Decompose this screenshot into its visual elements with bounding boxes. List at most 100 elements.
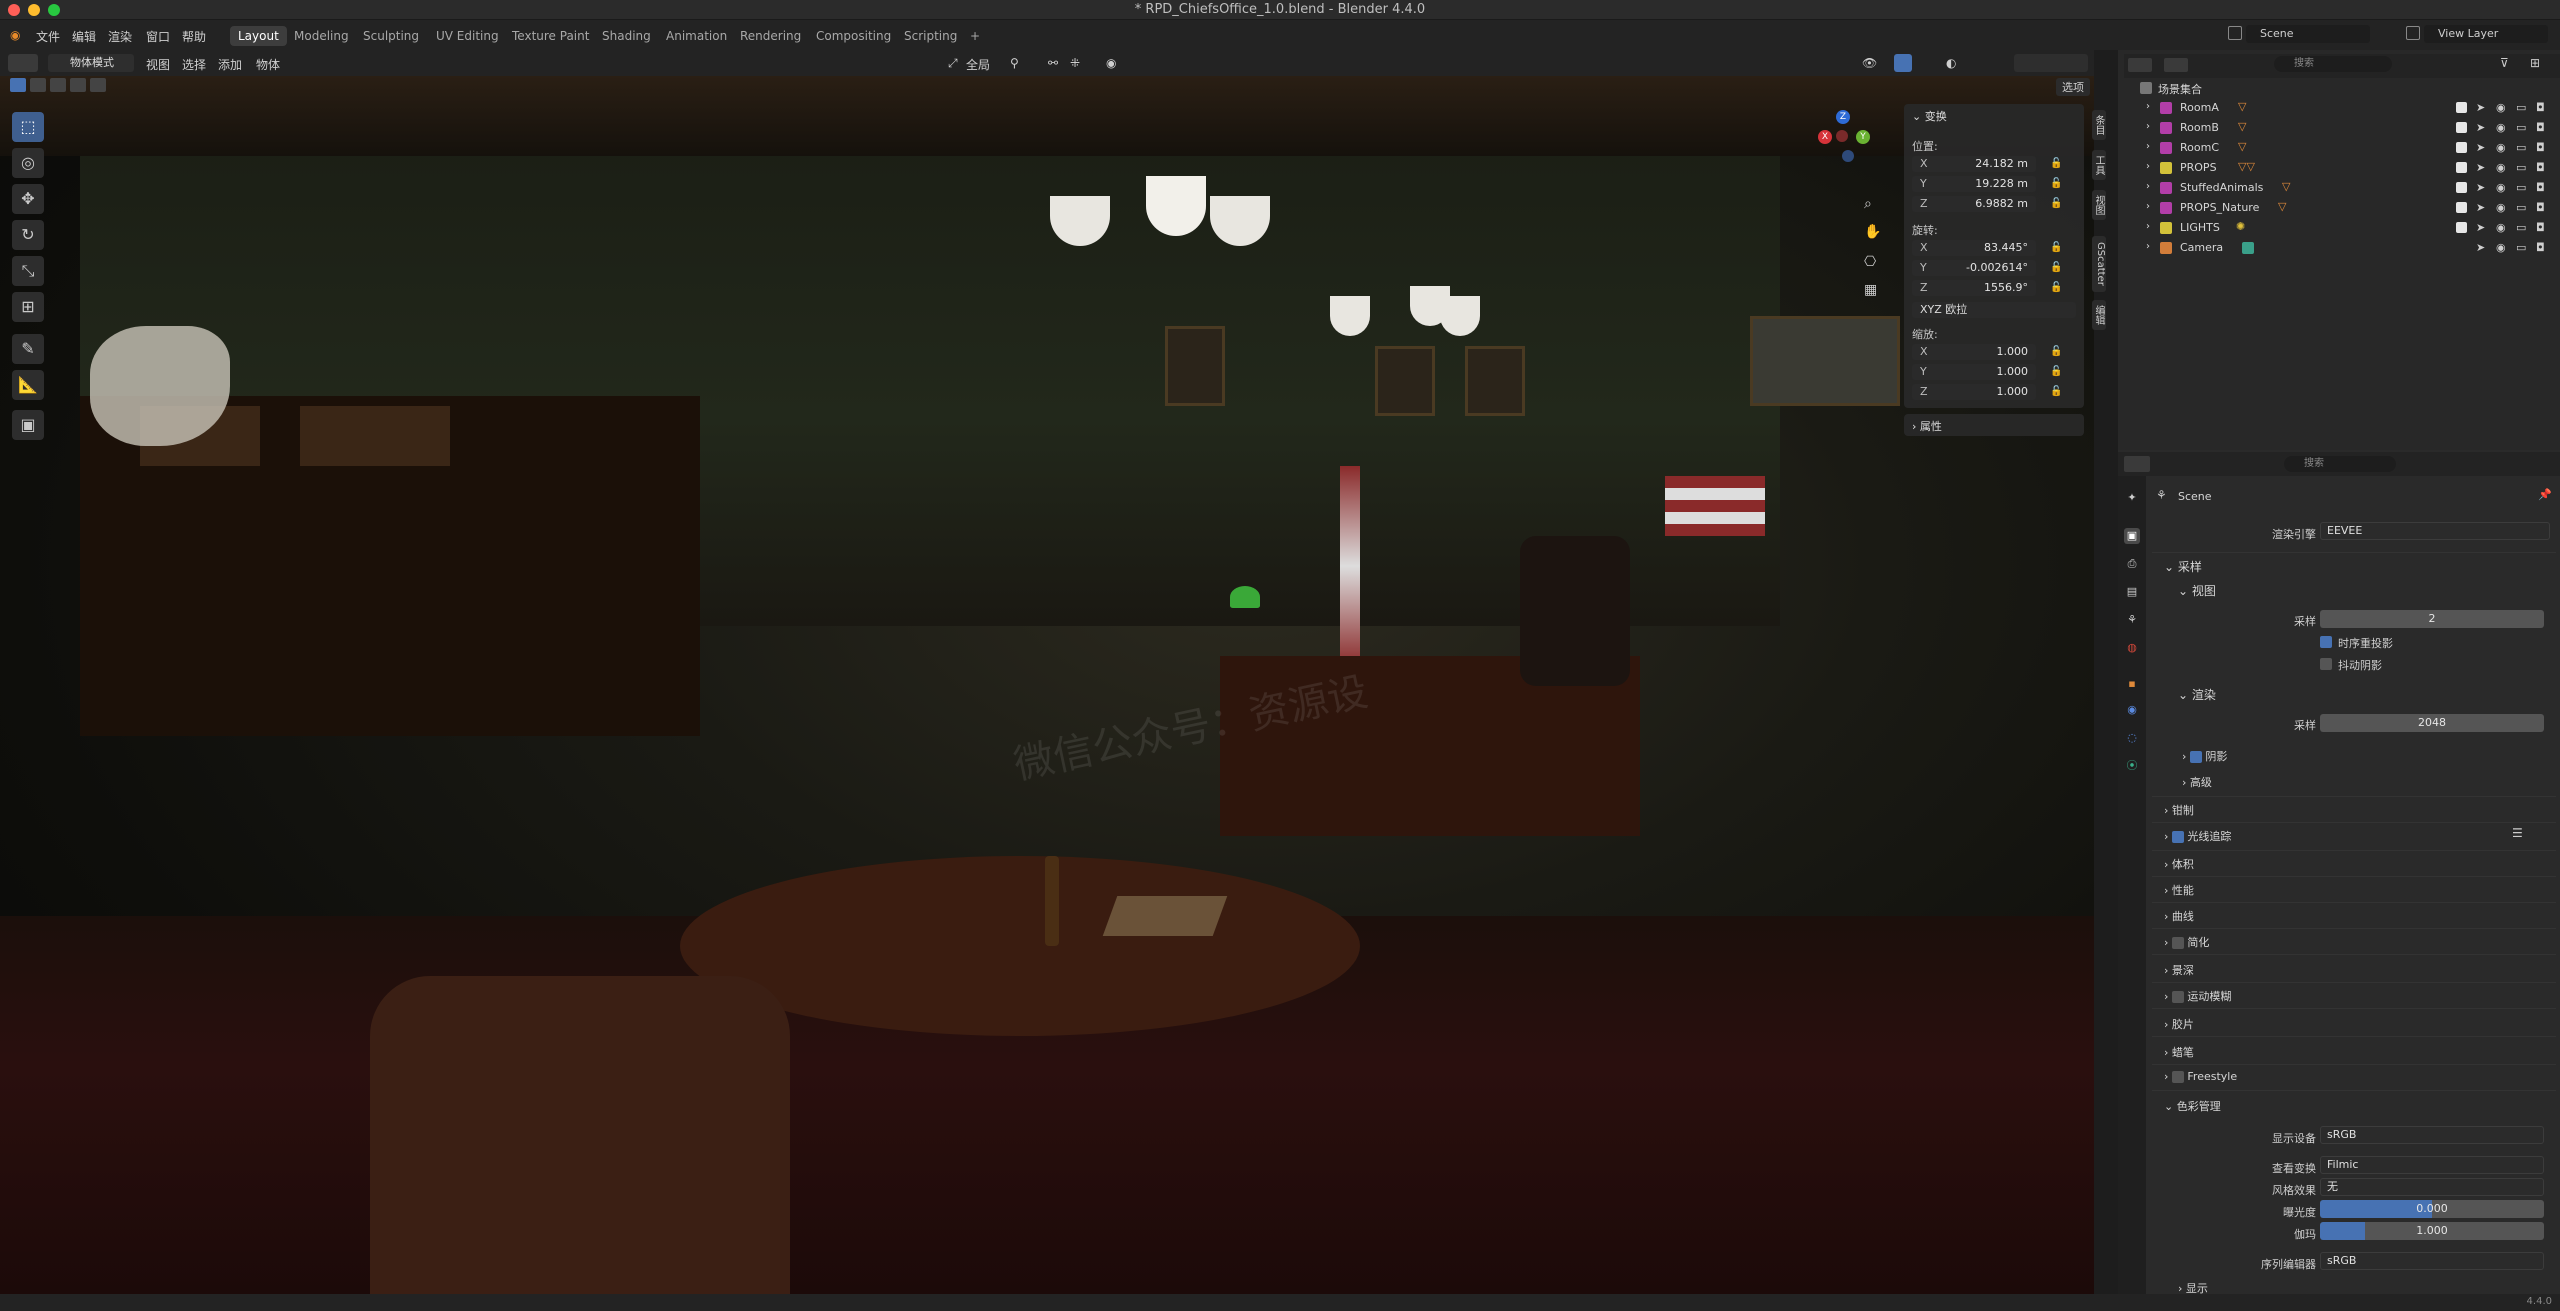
expand-arrow-icon[interactable]: › xyxy=(2146,241,2150,252)
subsection-viewport[interactable]: ⌄ 视图 xyxy=(2178,582,2216,599)
list-icon[interactable]: ☰ xyxy=(2512,826,2523,840)
location-y-field[interactable]: Y 19.228 m xyxy=(1912,176,2036,192)
sequencer-dropdown[interactable]: sRGB xyxy=(2320,1252,2544,1270)
section-curves[interactable]: › 曲线 xyxy=(2164,908,2194,924)
blender-logo-icon[interactable]: ◉ xyxy=(10,28,20,42)
visibility-eye-icon[interactable]: ◉ xyxy=(2496,161,2506,174)
shading-mode-group[interactable] xyxy=(2014,54,2088,72)
exclude-checkbox[interactable] xyxy=(2456,222,2467,233)
expand-arrow-icon[interactable]: › xyxy=(2146,121,2150,132)
section-clamping[interactable]: › 钳制 xyxy=(2164,802,2194,818)
expand-arrow-icon[interactable]: › xyxy=(2146,161,2150,172)
outliner-search-input[interactable]: 搜索 xyxy=(2274,56,2392,72)
gizmo-y-axis[interactable]: Y xyxy=(1856,130,1870,144)
lock-icon[interactable]: 🔓 xyxy=(2050,158,2062,170)
measure-tool-icon[interactable]: 📐 xyxy=(12,370,44,400)
sidebar-tab-view[interactable]: 视图 xyxy=(2092,190,2106,220)
view-layer-selector[interactable]: View Layer xyxy=(2424,25,2548,43)
viewport-samples-field[interactable]: 2 xyxy=(2320,610,2544,628)
menu-window[interactable]: 窗口 xyxy=(146,28,170,45)
tab-layout[interactable]: Layout xyxy=(230,26,287,46)
select-toggle-icon[interactable]: ➤ xyxy=(2476,201,2485,214)
render-camera-icon[interactable]: ◘ xyxy=(2536,141,2545,154)
options-dropdown[interactable]: 选项 xyxy=(2056,78,2090,96)
filter-icon[interactable]: ⊽ xyxy=(2500,56,2509,70)
scale-x-field[interactable]: X 1.000 xyxy=(1912,344,2036,360)
visibility-eye-icon[interactable]: ◉ xyxy=(2496,221,2506,234)
viewport-disable-icon[interactable]: ▭ xyxy=(2516,201,2526,214)
overlays-icon[interactable]: ◐ xyxy=(1946,56,1956,70)
section-film[interactable]: › 胶片 xyxy=(2164,1016,2194,1032)
exposure-slider[interactable]: 0.000 xyxy=(2320,1200,2544,1218)
section-color-management[interactable]: ⌄ 色彩管理 xyxy=(2164,1098,2221,1114)
camera-view-icon[interactable]: ⎔ xyxy=(1864,254,1876,270)
scene-tab-icon[interactable]: ⚘ xyxy=(2124,612,2140,628)
transform-orientation-icon[interactable]: ⤢ xyxy=(948,56,958,71)
outliner-row-roomb[interactable]: › RoomB ▽ ➤ ◉ ▭ ◘ xyxy=(2118,118,2560,138)
render-camera-icon[interactable]: ◘ xyxy=(2536,101,2545,114)
output-tab-icon[interactable]: ⎙ xyxy=(2124,556,2140,572)
navigation-gizmo[interactable]: Z X Y xyxy=(1808,108,1874,184)
outliner-row-lights[interactable]: › LIGHTS ✺ ➤ ◉ ▭ ◘ xyxy=(2118,218,2560,238)
select-toggle-icon[interactable]: ➤ xyxy=(2476,101,2485,114)
outliner-row-props-nature[interactable]: › PROPS_Nature ▽ ➤ ◉ ▭ ◘ xyxy=(2118,198,2560,218)
tool-tab-icon[interactable]: ✦ xyxy=(2124,490,2140,506)
render-camera-icon[interactable]: ◘ xyxy=(2536,201,2545,214)
visibility-eye-icon[interactable]: ◉ xyxy=(2496,201,2506,214)
select-toggle-icon[interactable]: ➤ xyxy=(2476,161,2485,174)
visibility-eye-icon[interactable]: ◉ xyxy=(2496,101,2506,114)
raytracing-checkbox[interactable] xyxy=(2171,831,2184,843)
tab-modeling[interactable]: Modeling xyxy=(286,26,357,46)
jitter-shadows-checkbox[interactable] xyxy=(2320,658,2332,670)
menu-help[interactable]: 帮助 xyxy=(182,28,206,45)
freestyle-checkbox[interactable] xyxy=(2171,1071,2184,1083)
visibility-eye-icon[interactable]: ◉ xyxy=(2496,181,2506,194)
sidebar-tab-edit[interactable]: 编辑 xyxy=(2092,300,2106,330)
outliner-row-camera[interactable]: › Camera ➤ ◉ ▭ ◘ xyxy=(2118,238,2560,258)
sidebar-tab-item[interactable]: 条目 xyxy=(2092,110,2106,140)
exclude-checkbox[interactable] xyxy=(2456,182,2467,193)
scale-y-field[interactable]: Y 1.000 xyxy=(1912,364,2036,380)
subsection-advanced[interactable]: › 高级 xyxy=(2182,774,2212,790)
menu-file[interactable]: 文件 xyxy=(36,28,60,45)
section-simplify[interactable]: › 简化 xyxy=(2164,934,2209,950)
tab-sculpting[interactable]: Sculpting xyxy=(355,26,427,46)
section-volumes[interactable]: › 体积 xyxy=(2164,856,2194,872)
select-toggle-icon[interactable]: ➤ xyxy=(2476,141,2485,154)
expand-arrow-icon[interactable]: › xyxy=(2146,221,2150,232)
visibility-eye-icon[interactable]: ◉ xyxy=(2496,241,2506,254)
outliner-row-roomc[interactable]: › RoomC ▽ ➤ ◉ ▭ ◘ xyxy=(2118,138,2560,158)
transform-tool-icon[interactable]: ⊞ xyxy=(12,292,44,322)
section-depth-of-field[interactable]: › 景深 xyxy=(2164,962,2194,978)
expand-arrow-icon[interactable]: › xyxy=(2146,101,2150,112)
outliner-root-row[interactable]: 场景集合 xyxy=(2118,78,2560,98)
sidebar-tab-tool[interactable]: 工具 xyxy=(2092,150,2106,180)
visibility-eye-icon[interactable]: ◉ xyxy=(2496,121,2506,134)
pin-icon[interactable]: 📌 xyxy=(2538,488,2552,501)
outliner-row-stuffedanimals[interactable]: › StuffedAnimals ▽ ➤ ◉ ▭ ◘ xyxy=(2118,178,2560,198)
gizmo-x-axis[interactable]: X xyxy=(1818,130,1832,144)
render-tab-icon[interactable]: ▣ xyxy=(2124,528,2140,544)
tab-animation[interactable]: Animation xyxy=(658,26,735,46)
select-box-tool-icon[interactable]: ⬚ xyxy=(12,112,44,142)
menu-edit[interactable]: 编辑 xyxy=(72,28,96,45)
scale-tool-icon[interactable]: ⤡ xyxy=(12,256,44,286)
expand-arrow-icon[interactable]: › xyxy=(2146,141,2150,152)
select-toggle-icon[interactable]: ➤ xyxy=(2476,241,2485,254)
physics-tab-icon[interactable]: ◌ xyxy=(2124,730,2140,746)
tab-rendering[interactable]: Rendering xyxy=(732,26,809,46)
select-toggle-icon[interactable]: ➤ xyxy=(2476,181,2485,194)
3d-viewport[interactable]: ⬚ ◎ ✥ ↻ ⤡ ⊞ ✎ 📐 ▣ Z X Y ⌕ ✋ ⎔ ▦ 微信公众号：资源… xyxy=(0,76,2094,1294)
view-transform-dropdown[interactable]: Filmic xyxy=(2320,1156,2544,1174)
visibility-eye-icon[interactable]: ◉ xyxy=(2496,141,2506,154)
exclude-checkbox[interactable] xyxy=(2456,102,2467,113)
subsection-render[interactable]: ⌄ 渲染 xyxy=(2178,686,2216,703)
rotation-mode-dropdown[interactable]: XYZ 欧拉 xyxy=(1912,302,2076,318)
sidebar-tab-gscatter[interactable]: GScatter xyxy=(2092,236,2106,292)
editor-type-button[interactable] xyxy=(8,54,38,72)
menu-add[interactable]: 添加 xyxy=(218,56,242,73)
motion-blur-checkbox[interactable] xyxy=(2171,991,2184,1003)
add-cube-tool-icon[interactable]: ▣ xyxy=(12,410,44,440)
modifiers-tab-icon[interactable]: ◉ xyxy=(2124,702,2140,718)
viewport-disable-icon[interactable]: ▭ xyxy=(2516,161,2526,174)
